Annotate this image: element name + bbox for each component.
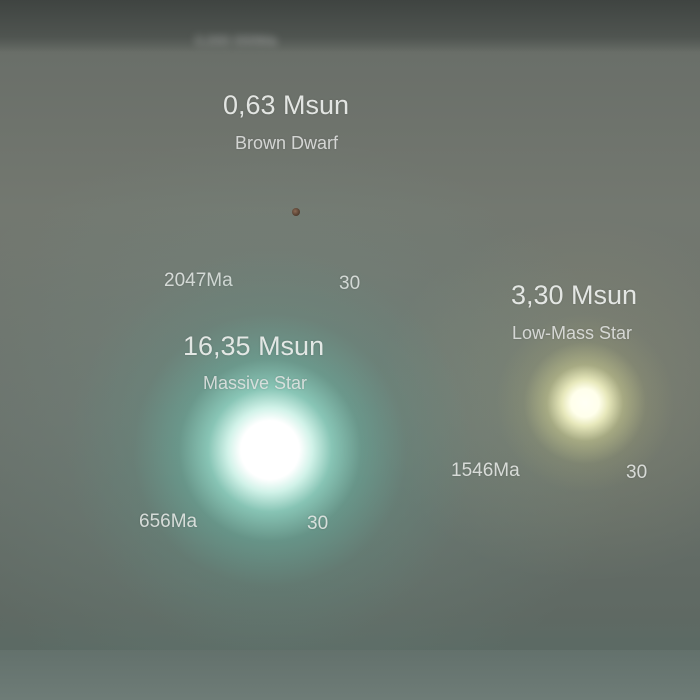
low-mass-star-mass-label: 3,30 Msun: [511, 280, 638, 310]
space-scene: 0,000 000Ma 0,63 Msun Brown Dwarf 2047Ma…: [0, 0, 700, 700]
low-mass-star-type-label: Low-Mass Star: [512, 323, 633, 343]
bottom-bar: [0, 650, 700, 700]
massive-star-count-label: 30: [307, 513, 329, 534]
brown-dwarf-type-label: Brown Dwarf: [235, 133, 339, 153]
massive-star-mass-label: 16,35 Msun: [183, 331, 325, 361]
brown-dwarf-body[interactable]: [292, 208, 300, 216]
low-mass-star-age-label: 1546Ma: [451, 460, 520, 481]
massive-star-type-label: Massive Star: [203, 373, 308, 393]
brown-dwarf-mass-label: 0,63 Msun: [223, 90, 350, 120]
massive-star-age-label: 656Ma: [139, 511, 198, 532]
massive-star-body[interactable]: [40, 220, 500, 680]
brown-dwarf-age-label: 2047Ma: [164, 270, 233, 291]
top-caption: 0,000 000Ma: [195, 32, 277, 48]
low-mass-star-count-label: 30: [626, 462, 648, 483]
top-bar: 0,000 000Ma: [0, 0, 700, 52]
brown-dwarf-count-label: 30: [339, 273, 361, 294]
